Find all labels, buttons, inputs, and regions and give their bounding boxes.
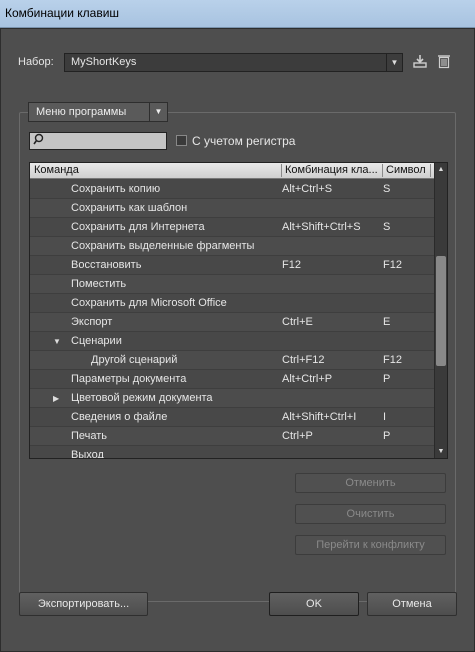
- expand-right-arrow-icon[interactable]: ▶: [53, 389, 59, 408]
- shortcut-cell[interactable]: Ctrl+E: [282, 313, 380, 332]
- shortcut-cell[interactable]: Alt+Ctrl+P: [282, 370, 380, 389]
- command-cell: Сохранить копию: [71, 183, 161, 195]
- shortcut-cell[interactable]: Alt+Shift+Ctrl+I: [282, 408, 380, 427]
- table-row[interactable]: Восстановить F12 F12: [30, 256, 435, 275]
- command-cell: Печать: [71, 430, 108, 442]
- command-cell: Сохранить как шаблон: [71, 202, 188, 214]
- column-header-shortcut[interactable]: Комбинация кла...: [285, 164, 378, 176]
- table-row[interactable]: Сведения о файле Alt+Shift+Ctrl+I I: [30, 408, 435, 427]
- shortcut-cell[interactable]: F12: [282, 256, 380, 275]
- command-cell: Выход: [71, 449, 104, 459]
- table-row[interactable]: Параметры документа Alt+Ctrl+P P: [30, 370, 435, 389]
- command-cell: Другой сценарий: [91, 354, 178, 366]
- chevron-down-icon: ▼: [149, 103, 167, 121]
- save-to-disk-icon[interactable]: [411, 53, 429, 71]
- set-label: Набор:: [18, 56, 54, 68]
- command-cell: Сохранить для Интернета: [71, 221, 205, 233]
- table-row[interactable]: ▼ Сценарии: [30, 332, 435, 351]
- table-row[interactable]: ▶ Цветовой режим документа: [30, 389, 435, 408]
- command-cell: Восстановить: [71, 259, 142, 271]
- shortcut-cell[interactable]: Alt+Ctrl+S: [282, 180, 380, 199]
- table-body: Сохранить копию Alt+Ctrl+S S Сохранить как …: [30, 180, 435, 459]
- ok-button[interactable]: OK: [269, 592, 359, 616]
- search-icon: [33, 133, 45, 150]
- title-bar: Комбинации клавиш: [0, 0, 475, 28]
- table-row[interactable]: Сохранить копию Alt+Ctrl+S S: [30, 180, 435, 199]
- symbol-cell[interactable]: I: [383, 408, 433, 427]
- set-select[interactable]: MyShortKeys ▼: [64, 53, 403, 72]
- shortcuts-table: Команда Комбинация кла... Символ Сохрани…: [29, 162, 448, 459]
- column-header-command[interactable]: Команда: [34, 164, 79, 176]
- shortcut-cell[interactable]: Ctrl+P: [282, 427, 380, 446]
- command-cell: Сохранить для Microsoft Office: [71, 297, 227, 309]
- search-input[interactable]: [29, 132, 167, 150]
- command-cell: Цветовой режим документа: [71, 392, 213, 404]
- table-row[interactable]: Другой сценарий Ctrl+F12 F12: [30, 351, 435, 370]
- column-header-symbol[interactable]: Символ: [386, 164, 426, 176]
- column-divider[interactable]: [281, 164, 282, 177]
- case-sensitive-checkbox[interactable]: [176, 135, 187, 146]
- dialog-frame: Набор: MyShortKeys ▼ Меню программы ▼ С …: [0, 28, 475, 652]
- table-row[interactable]: Печать Ctrl+P P: [30, 427, 435, 446]
- command-cell: Поместить: [71, 278, 127, 290]
- table-row[interactable]: Сохранить для Microsoft Office: [30, 294, 435, 313]
- shortcut-cell[interactable]: Ctrl+F12: [282, 351, 380, 370]
- symbol-cell[interactable]: P: [383, 370, 433, 389]
- trash-icon[interactable]: [435, 53, 453, 71]
- table-header: Команда Комбинация кла... Символ: [30, 163, 435, 179]
- table-row[interactable]: Сохранить как шаблон: [30, 199, 435, 218]
- scroll-thumb[interactable]: [436, 256, 446, 366]
- goto-conflict-button[interactable]: Перейти к конфликту: [295, 535, 446, 555]
- vertical-scrollbar[interactable]: ▲ ▼: [434, 163, 447, 458]
- window-title: Комбинации клавиш: [5, 6, 120, 20]
- column-divider[interactable]: [382, 164, 383, 177]
- cancel-button[interactable]: Отмена: [367, 592, 457, 616]
- command-cell: Сценарии: [71, 335, 122, 347]
- chevron-down-icon: ▼: [386, 54, 402, 71]
- table-row[interactable]: Выход: [30, 446, 435, 459]
- table-row[interactable]: Поместить: [30, 275, 435, 294]
- symbol-cell[interactable]: S: [383, 180, 433, 199]
- case-sensitive-label: С учетом регистра: [192, 134, 296, 148]
- command-cell: Параметры документа: [71, 373, 187, 385]
- expand-down-arrow-icon[interactable]: ▼: [53, 332, 61, 351]
- symbol-cell[interactable]: F12: [383, 351, 433, 370]
- command-cell: Экспорт: [71, 316, 113, 328]
- table-row[interactable]: Сохранить для Интернета Alt+Shift+Ctrl+S S: [30, 218, 435, 237]
- menu-type-value: Меню программы: [36, 106, 127, 118]
- export-button[interactable]: Экспортировать...: [19, 592, 148, 616]
- command-cell: Сведения о файле: [71, 411, 168, 423]
- shortcut-cell[interactable]: Alt+Shift+Ctrl+S: [282, 218, 380, 237]
- undo-button[interactable]: Отменить: [295, 473, 446, 493]
- clear-button[interactable]: Очистить: [295, 504, 446, 524]
- table-row[interactable]: Экспорт Ctrl+E E: [30, 313, 435, 332]
- menu-type-select[interactable]: Меню программы ▼: [28, 102, 168, 122]
- column-divider[interactable]: [430, 164, 431, 177]
- symbol-cell[interactable]: S: [383, 218, 433, 237]
- scroll-down-arrow-icon[interactable]: ▼: [435, 445, 447, 458]
- scroll-up-arrow-icon[interactable]: ▲: [435, 163, 447, 176]
- set-select-value: MyShortKeys: [71, 56, 137, 68]
- command-cell: Сохранить выделенные фрагменты: [71, 240, 255, 252]
- symbol-cell[interactable]: P: [383, 427, 433, 446]
- symbol-cell[interactable]: E: [383, 313, 433, 332]
- symbol-cell[interactable]: F12: [383, 256, 433, 275]
- table-row[interactable]: Сохранить выделенные фрагменты: [30, 237, 435, 256]
